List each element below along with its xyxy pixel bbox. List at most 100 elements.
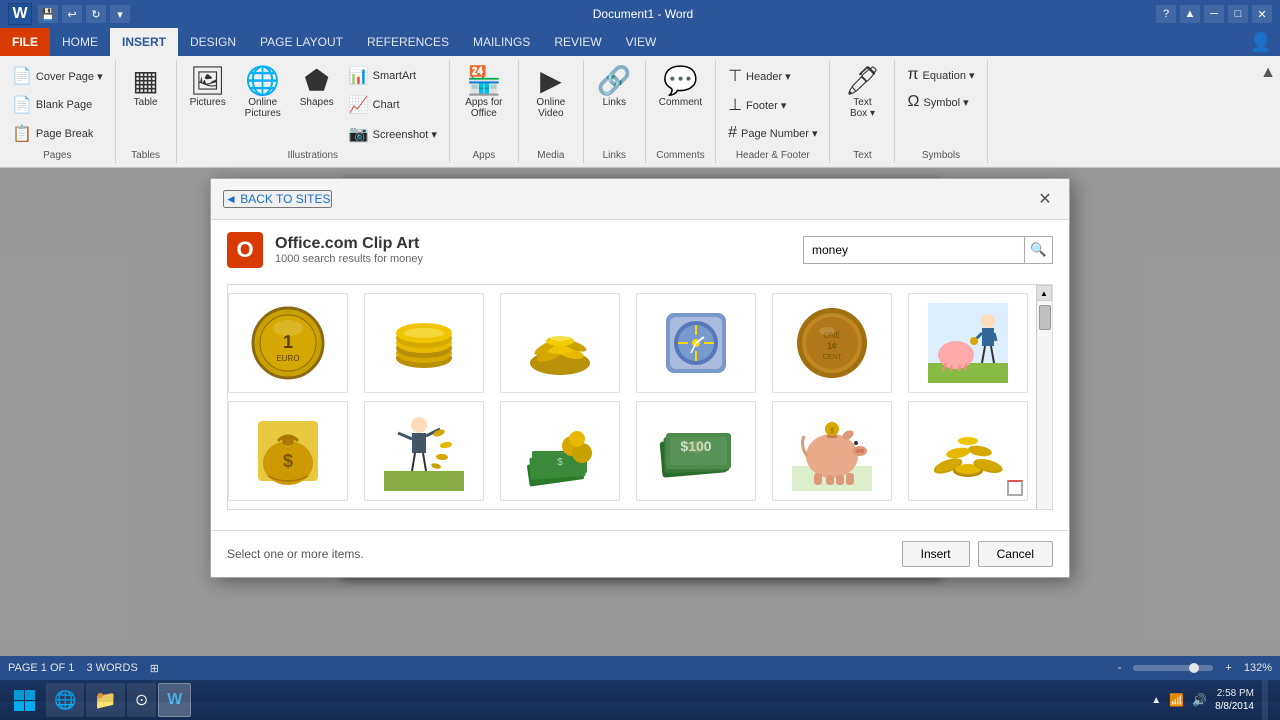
pages-group-label: Pages (6, 148, 109, 161)
dialog-title-text: Office.com Clip Art 1000 search results … (275, 235, 423, 265)
search-input[interactable] (804, 243, 1024, 257)
clip-art-item[interactable]: ONE 1¢ CENT (772, 293, 892, 393)
comment-icon: 💬 (663, 67, 698, 95)
links-icon: 🔗 (597, 67, 632, 95)
user-profile-btn[interactable]: 👤 (1242, 28, 1280, 56)
gold-coins-pile-image (520, 303, 600, 383)
pictures-btn[interactable]: 🖼 Pictures (183, 62, 233, 113)
dialog-subtitle: 1000 search results for money (275, 253, 423, 265)
clip-art-item[interactable]: $ (772, 401, 892, 501)
tab-design[interactable]: DESIGN (178, 28, 248, 56)
money-bag-image: $ (248, 411, 328, 491)
online-video-btn[interactable]: ▶ OnlineVideo (525, 62, 577, 124)
clip-art-item[interactable]: $ (500, 401, 620, 501)
redo-quick-btn[interactable]: ↻ (86, 5, 106, 23)
clip-art-item[interactable] (908, 401, 1028, 501)
search-btn[interactable]: 🔍 (1024, 236, 1052, 264)
ribbon-collapse-btn[interactable]: ▲ (1180, 5, 1200, 23)
header-btn[interactable]: ⊤ Header ▾ (722, 62, 823, 90)
blank-page-icon: 📄 (12, 95, 32, 115)
table-btn[interactable]: ▦ Table (122, 62, 170, 113)
clip-art-dialog: ◄ BACK TO SITES ✕ O Office.com Clip Art … (210, 178, 1070, 578)
insert-btn[interactable]: Insert (902, 541, 970, 567)
scroll-thumb[interactable] (1039, 305, 1051, 330)
close-window-btn[interactable]: ✕ (1252, 5, 1272, 23)
comment-btn[interactable]: 💬 Comment (652, 62, 709, 113)
clip-art-item[interactable] (908, 293, 1028, 393)
quick-access-toolbar: 💾 ↩ ↻ ▾ (38, 5, 130, 23)
apps-for-office-icon: 🏪 (466, 67, 501, 95)
customize-quick-btn[interactable]: ▾ (110, 5, 130, 23)
symbol-btn[interactable]: Ω Symbol ▾ (901, 89, 980, 115)
tab-review[interactable]: REVIEW (542, 28, 613, 56)
tab-insert[interactable]: INSERT (110, 28, 178, 56)
online-pictures-btn[interactable]: 🌐 OnlinePictures (235, 62, 291, 124)
illustrations-group: 🖼 Pictures 🌐 OnlinePictures ⬟ Shapes 📊 S… (177, 60, 450, 163)
comments-group-label: Comments (652, 148, 709, 161)
dialog-close-btn[interactable]: ✕ (1033, 187, 1057, 211)
blank-page-btn[interactable]: 📄 Blank Page (6, 91, 109, 119)
maximize-btn[interactable]: □ (1228, 5, 1248, 23)
scroll-track (1036, 301, 1052, 509)
scroll-up-btn[interactable]: ▲ (1036, 285, 1052, 301)
cover-page-btn[interactable]: 📄 Cover Page ▾ (6, 62, 109, 90)
links-group: 🔗 Links Links (584, 60, 646, 163)
clip-art-grid: 1 EURO (228, 285, 1036, 509)
minimize-btn[interactable]: ─ (1204, 5, 1224, 23)
dialog-title: Office.com Clip Art (275, 235, 423, 253)
main-area: I ◄ BACK TO SITES ✕ O Office.com Clip Ar… (0, 168, 1280, 702)
ribbon-expand-btn[interactable]: ▲ (1260, 64, 1276, 82)
search-box: 🔍 (803, 236, 1053, 264)
tables-group: ▦ Table Tables (116, 60, 177, 163)
bills-stack-image: $ (520, 411, 600, 491)
apps-for-office-btn[interactable]: 🏪 Apps forOffice (456, 62, 512, 124)
header-footer-group-label: Header & Footer (722, 148, 823, 161)
tab-page-layout[interactable]: PAGE LAYOUT (248, 28, 355, 56)
clip-art-item[interactable]: $ (228, 401, 348, 501)
dialog-overlay: ◄ BACK TO SITES ✕ O Office.com Clip Art … (0, 168, 1280, 702)
clip-art-item[interactable] (636, 293, 756, 393)
dialog-body: O Office.com Clip Art 1000 search result… (211, 220, 1069, 530)
cover-page-icon: 📄 (12, 66, 32, 86)
page-break-btn[interactable]: 📋 Page Break (6, 120, 109, 148)
shapes-btn[interactable]: ⬟ Shapes (293, 62, 341, 113)
tab-mailings[interactable]: MAILINGS (461, 28, 542, 56)
pictures-icon: 🖼 (190, 67, 226, 95)
links-group-label: Links (590, 148, 639, 161)
text-box-btn[interactable]: 🖊 TextBox ▾ (836, 62, 888, 124)
dialog-header: ◄ BACK TO SITES ✕ (211, 179, 1069, 220)
clip-art-item[interactable] (364, 401, 484, 501)
clip-art-item[interactable]: $100 (636, 401, 756, 501)
tab-file[interactable]: FILE (0, 28, 50, 56)
tab-references[interactable]: REFERENCES (355, 28, 461, 56)
smartart-btn[interactable]: 📊 SmartArt (343, 62, 443, 90)
undo-quick-btn[interactable]: ↩ (62, 5, 82, 23)
table-icon: ▦ (132, 67, 158, 95)
header-footer-group: ⊤ Header ▾ ⊥ Footer ▾ # Page Number ▾ He… (716, 60, 830, 163)
save-quick-btn[interactable]: 💾 (38, 5, 58, 23)
svg-text:$: $ (830, 428, 834, 435)
online-pictures-icon: 🌐 (245, 67, 280, 95)
tab-view[interactable]: VIEW (614, 28, 669, 56)
tab-home[interactable]: HOME (50, 28, 110, 56)
footer-icon: ⊥ (728, 95, 742, 115)
businessman-coins-image (384, 411, 464, 491)
screenshot-icon: 📷 (349, 124, 369, 144)
help-btn[interactable]: ? (1156, 5, 1176, 23)
chart-btn[interactable]: 📈 Chart (343, 91, 443, 119)
clip-art-item[interactable] (500, 293, 620, 393)
back-to-sites-btn[interactable]: ◄ BACK TO SITES (223, 190, 332, 208)
equation-icon: π (907, 66, 918, 84)
links-btn[interactable]: 🔗 Links (590, 62, 639, 113)
footer-btn[interactable]: ⊥ Footer ▾ (722, 91, 823, 119)
screenshot-btn[interactable]: 📷 Screenshot ▾ (343, 120, 443, 148)
clip-art-item[interactable]: 1 EURO (228, 293, 348, 393)
page-number-btn[interactable]: # Page Number ▾ (722, 120, 823, 146)
equation-btn[interactable]: π Equation ▾ (901, 62, 980, 88)
clip-art-item[interactable] (364, 293, 484, 393)
dialog-title-row: O Office.com Clip Art 1000 search result… (227, 232, 1053, 268)
loading-spinner (1007, 480, 1023, 496)
cancel-btn[interactable]: Cancel (978, 541, 1053, 567)
text-group-label: Text (836, 148, 888, 161)
online-video-icon: ▶ (540, 67, 562, 95)
